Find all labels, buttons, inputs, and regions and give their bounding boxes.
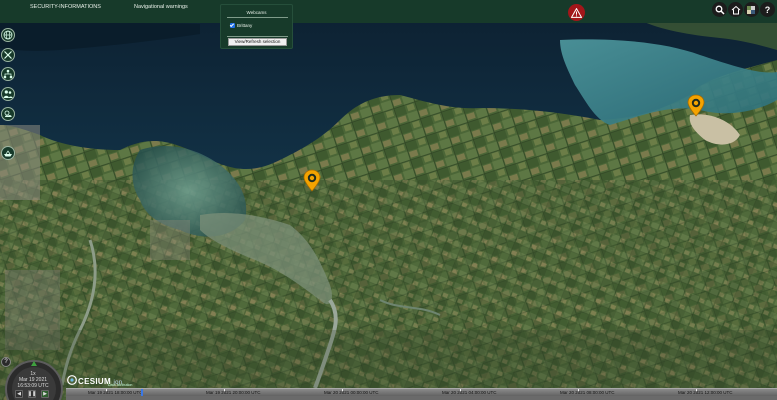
timeline-label: Mar 20 2021 08:00:00 UTC xyxy=(560,390,615,395)
layers-button[interactable] xyxy=(744,2,759,17)
home-button[interactable] xyxy=(728,2,743,17)
timeline-label: Mar 20 2021 00:00:00 UTC xyxy=(324,390,379,395)
timeline-label: Mar 19 2021 20:00:00 UTC xyxy=(206,390,261,395)
top-bar: SECURITY-INFORMATIONS Navigational warni… xyxy=(0,0,777,23)
warning-triangle-icon xyxy=(571,7,582,18)
boat-button[interactable] xyxy=(1,146,15,160)
cesium-logo-icon xyxy=(67,375,77,385)
weather-icon xyxy=(4,110,12,117)
people-button[interactable] xyxy=(1,87,15,101)
home-icon xyxy=(731,5,740,14)
rewind-button[interactable]: ◀ xyxy=(15,390,23,398)
popup-divider xyxy=(227,36,288,37)
help-icon: ? xyxy=(764,4,771,15)
people-icon xyxy=(3,90,13,98)
network-button[interactable] xyxy=(1,67,15,81)
brittany-checkbox[interactable] xyxy=(230,23,235,28)
tools-icon xyxy=(4,51,12,59)
timeline-label: Mar 20 2021 12:00:00 UTC xyxy=(678,390,733,395)
warning-button[interactable] xyxy=(568,4,585,21)
timeline-label: Mar 20 2021 04:00:00 UTC xyxy=(442,390,497,395)
timeline-label: Mar 19 2021 18:00:00 UTC xyxy=(88,390,143,395)
globe-button[interactable] xyxy=(1,28,15,42)
data-attribution-link[interactable]: Data attribution xyxy=(108,383,132,387)
satellite-map[interactable] xyxy=(0,0,777,400)
help-button[interactable]: ? xyxy=(760,2,775,17)
boat-icon xyxy=(4,150,12,157)
layers-icon xyxy=(747,6,755,14)
tools-button[interactable] xyxy=(1,48,15,62)
play-button[interactable]: ▶ xyxy=(41,390,49,398)
popup-divider xyxy=(227,17,288,18)
weather-button[interactable] xyxy=(1,107,15,121)
globe-icon xyxy=(3,30,13,40)
brittany-label: Brittany xyxy=(237,23,253,28)
search-button[interactable] xyxy=(712,2,727,17)
refresh-selection-button[interactable]: View/Refresh selection xyxy=(228,38,287,46)
menu-navigational-warnings[interactable]: Navigational warnings xyxy=(134,4,188,10)
webcams-title: Webcams xyxy=(246,10,267,15)
timeline-track xyxy=(66,396,777,400)
webcam-marker-icon[interactable] xyxy=(303,169,321,192)
animation-clock: 1x Mar 19 2021 16:53:09 UTC ◀ ❚❚ ▶ xyxy=(3,359,63,400)
timeline[interactable]: Mar 19 2021 18:00:00 UTC Mar 19 2021 20:… xyxy=(66,388,777,400)
menu-security-informations[interactable]: SECURITY-INFORMATIONS xyxy=(30,4,101,10)
webcam-marker-icon[interactable] xyxy=(687,94,705,117)
pause-button[interactable]: ❚❚ xyxy=(28,390,36,398)
clock-time: 16:53:09 UTC xyxy=(17,383,49,389)
cesium-brand: CESIUM xyxy=(78,377,111,386)
webcams-popup: Webcams Brittany View/Refresh selection xyxy=(220,4,293,49)
network-icon xyxy=(3,69,13,79)
search-icon xyxy=(715,5,725,15)
